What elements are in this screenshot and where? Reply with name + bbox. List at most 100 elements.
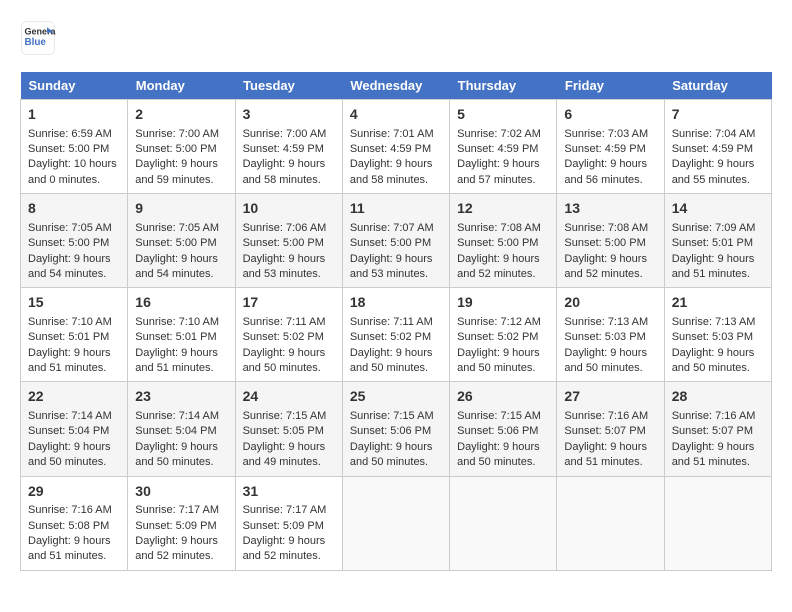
sunrise-label: Sunrise: 7:05 AM [28,222,112,234]
week-row-3: 15Sunrise: 7:10 AMSunset: 5:01 PMDayligh… [21,288,772,382]
sunset-label: Sunset: 5:01 PM [672,237,753,249]
day-number: 11 [350,199,442,219]
sunset-label: Sunset: 5:00 PM [135,237,216,249]
sunset-label: Sunset: 5:08 PM [28,520,109,532]
calendar-cell: 29 Sunrise: 7:16 AM Sunset: 5:08 PM Dayligh… [21,476,128,570]
calendar-cell: 4Sunrise: 7:01 AMSunset: 4:59 PMDaylight… [342,100,449,194]
day-number: 28 [672,387,764,407]
sunrise-label: Sunrise: 7:00 AM [243,128,327,140]
sunrise-label: Sunrise: 7:08 AM [564,222,648,234]
day-number: 1 [28,105,120,125]
day-number: 31 [243,482,335,502]
calendar-cell: 28Sunrise: 7:16 AMSunset: 5:07 PMDayligh… [664,382,771,476]
day-number: 26 [457,387,549,407]
day-number: 7 [672,105,764,125]
day-number: 18 [350,293,442,313]
calendar-cell: 16Sunrise: 7:10 AMSunset: 5:01 PMDayligh… [128,288,235,382]
sunrise-label: Sunrise: 7:10 AM [28,316,112,328]
sunset-label: Sunset: 5:00 PM [135,143,216,155]
day-number: 21 [672,293,764,313]
calendar-cell: 22 Sunrise: 7:14 AM Sunset: 5:04 PM Dayligh… [21,382,128,476]
sunrise-label: Sunrise: 7:09 AM [672,222,756,234]
sunset-label: Sunset: 5:06 PM [457,425,538,437]
calendar-cell: 17Sunrise: 7:11 AMSunset: 5:02 PMDayligh… [235,288,342,382]
logo: General Blue [20,20,56,56]
column-header-monday: Monday [128,72,235,100]
sunrise-label: Sunrise: 7:07 AM [350,222,434,234]
day-number: 15 [28,293,120,313]
day-number: 27 [564,387,656,407]
calendar-cell: 24Sunrise: 7:15 AMSunset: 5:05 PMDayligh… [235,382,342,476]
week-row-4: 22 Sunrise: 7:14 AM Sunset: 5:04 PM Dayligh… [21,382,772,476]
sunrise-label: Sunrise: 7:11 AM [350,316,433,328]
daylight-label: Daylight: 9 hours and 59 minutes. [135,158,218,185]
day-number: 24 [243,387,335,407]
calendar-cell: 2Sunrise: 7:00 AMSunset: 5:00 PMDaylight… [128,100,235,194]
column-header-thursday: Thursday [450,72,557,100]
calendar-cell: 11Sunrise: 7:07 AMSunset: 5:00 PMDayligh… [342,194,449,288]
sunrise-label: Sunrise: 7:14 AM [28,410,112,422]
sunset-label: Sunset: 5:03 PM [564,331,645,343]
sunrise-label: Sunrise: 7:11 AM [243,316,326,328]
calendar-cell [664,476,771,570]
sunset-label: Sunset: 5:02 PM [350,331,431,343]
day-number: 29 [28,482,120,502]
daylight-label: Daylight: 9 hours and 51 minutes. [672,441,755,468]
daylight-label: Daylight: 9 hours and 51 minutes. [564,441,647,468]
sunset-label: Sunset: 5:00 PM [564,237,645,249]
sunset-label: Sunset: 5:09 PM [135,520,216,532]
sunset-label: Sunset: 4:59 PM [243,143,324,155]
sunrise-label: Sunrise: 7:15 AM [457,410,541,422]
day-number: 22 [28,387,120,407]
calendar-cell: 6 Sunrise: 7:03 AM Sunset: 4:59 PM Daylight… [557,100,664,194]
calendar-cell [450,476,557,570]
sunrise-label: Sunrise: 7:15 AM [350,410,434,422]
sunrise-label: Sunrise: 7:13 AM [672,316,756,328]
calendar-cell: 7Sunrise: 7:04 AMSunset: 4:59 PMDaylight… [664,100,771,194]
calendar-cell: 31Sunrise: 7:17 AMSunset: 5:09 PMDayligh… [235,476,342,570]
daylight-label: Daylight: 9 hours and 50 minutes. [135,441,218,468]
sunrise-label: Sunrise: 7:06 AM [243,222,327,234]
daylight-label: Daylight: 9 hours and 55 minutes. [672,158,755,185]
column-header-saturday: Saturday [664,72,771,100]
sunrise-label: Sunrise: 7:01 AM [350,128,434,140]
day-number: 30 [135,482,227,502]
sunrise-label: Sunrise: 7:08 AM [457,222,541,234]
daylight-label: Daylight: 9 hours and 53 minutes. [243,253,326,280]
calendar-cell: 18 Sunrise: 7:11 AM Sunset: 5:02 PM Dayligh… [342,288,449,382]
sunset-label: Sunset: 5:06 PM [350,425,431,437]
day-number: 6 [564,105,656,125]
calendar-cell: 13Sunrise: 7:08 AMSunset: 5:00 PMDayligh… [557,194,664,288]
calendar-cell: 20Sunrise: 7:13 AMSunset: 5:03 PMDayligh… [557,288,664,382]
sunrise-label: Sunrise: 7:16 AM [28,504,112,516]
daylight-label: Daylight: 9 hours and 57 minutes. [457,158,540,185]
daylight-label: Daylight: 9 hours and 58 minutes. [350,158,433,185]
column-header-friday: Friday [557,72,664,100]
calendar-cell [342,476,449,570]
sunset-label: Sunset: 4:59 PM [564,143,645,155]
week-row-2: 8Sunrise: 7:05 AMSunset: 5:00 PMDaylight… [21,194,772,288]
column-header-sunday: Sunday [21,72,128,100]
calendar-cell: 12Sunrise: 7:08 AMSunset: 5:00 PMDayligh… [450,194,557,288]
sunset-label: Sunset: 5:04 PM [28,425,109,437]
day-number: 14 [672,199,764,219]
week-row-1: 1Sunrise: 6:59 AMSunset: 5:00 PMDaylight… [21,100,772,194]
daylight-label: Daylight: 9 hours and 52 minutes. [243,535,326,562]
daylight-label: Daylight: 9 hours and 50 minutes. [28,441,111,468]
page-header: General Blue [20,20,772,56]
daylight-label: Daylight: 9 hours and 50 minutes. [350,441,433,468]
daylight-label: Daylight: 9 hours and 51 minutes. [28,535,111,562]
sunset-label: Sunset: 5:02 PM [457,331,538,343]
daylight-label: Daylight: 9 hours and 50 minutes. [350,347,433,374]
daylight-label: Daylight: 9 hours and 58 minutes. [243,158,326,185]
daylight-label: Daylight: 9 hours and 56 minutes. [564,158,647,185]
calendar-cell: 9Sunrise: 7:05 AMSunset: 5:00 PMDaylight… [128,194,235,288]
column-header-wednesday: Wednesday [342,72,449,100]
daylight-label: Daylight: 9 hours and 50 minutes. [243,347,326,374]
daylight-label: Daylight: 9 hours and 50 minutes. [564,347,647,374]
calendar-cell: 25Sunrise: 7:15 AMSunset: 5:06 PMDayligh… [342,382,449,476]
day-number: 10 [243,199,335,219]
sunrise-label: Sunrise: 7:03 AM [564,128,648,140]
sunset-label: Sunset: 4:59 PM [457,143,538,155]
sunrise-label: Sunrise: 7:17 AM [243,504,327,516]
